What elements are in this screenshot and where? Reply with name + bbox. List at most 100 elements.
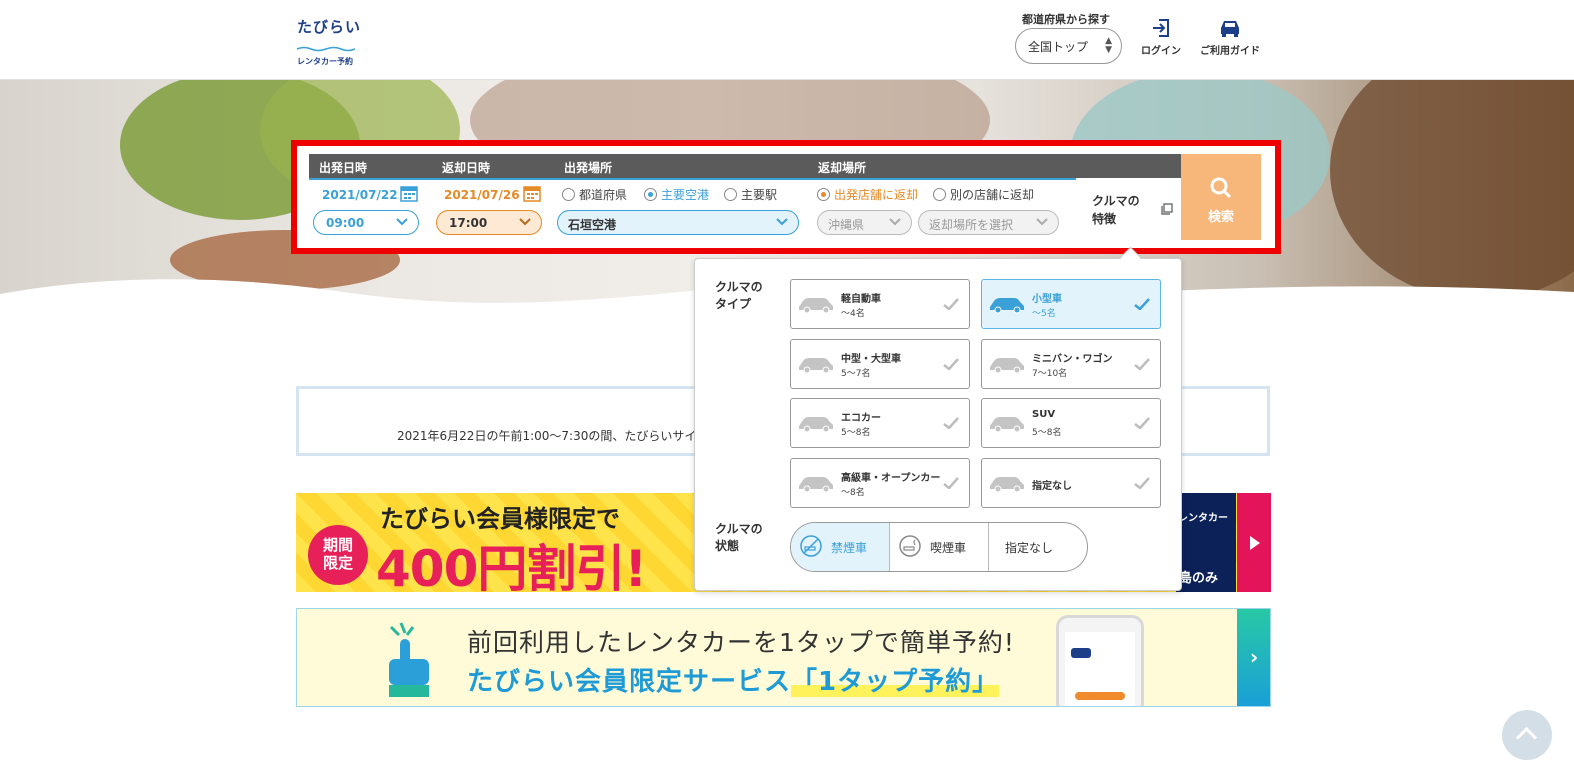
radio-label: 出発店舗に返却	[834, 188, 919, 202]
radio-airport[interactable]: 主要空港	[644, 186, 709, 203]
car-silhouette-icon	[990, 358, 1024, 374]
car-type-option[interactable]: ミニバン・ワゴン 7〜10名	[981, 339, 1161, 389]
car-type-name: 中型・大型車	[841, 354, 901, 365]
checkmark-icon	[1134, 417, 1150, 429]
car-type-option[interactable]: SUV 5〜8名	[981, 398, 1161, 448]
banner2-line2-highlight: 「1タップ予約」	[791, 667, 1000, 697]
car-type-option[interactable]: エコカー 5〜8名	[790, 398, 970, 448]
features-label-2: 特徴	[1092, 212, 1117, 226]
checkmark-icon	[1134, 298, 1150, 310]
car-silhouette-icon	[799, 358, 833, 374]
ret-date[interactable]: 2021/07/26	[444, 188, 520, 202]
banner1-island-text: 島のみ	[1179, 571, 1219, 586]
ret-pref-value: 沖縄県	[828, 218, 865, 232]
smoke-label: 喫煙車	[930, 541, 967, 555]
login-icon	[1153, 19, 1169, 37]
radio-label: 別の店舗に返却	[950, 188, 1035, 202]
car-type-option[interactable]: 小型車 〜5名	[981, 279, 1161, 329]
car-features-popup: クルマの タイプ クルマの 状態 軽自動車 〜4名 小型車 〜5名 中型・大型車 5〜7名…	[694, 258, 1182, 591]
car-type-option[interactable]: 中型・大型車 5〜7名	[790, 339, 970, 389]
radio-dot	[644, 188, 657, 201]
phone-mockup	[1056, 615, 1144, 706]
login-button[interactable]: ログイン	[1141, 18, 1181, 57]
banner2-line2-prefix: たびらい会員限定サービス	[467, 667, 792, 697]
one-tap-banner[interactable]: 前回利用したレンタカーを1タップで簡単予約! たびらい会員限定サービス「1タップ…	[296, 608, 1271, 707]
notice-text: 2021年6月22日の午前1:00〜7:30の間、たびらいサイト	[397, 429, 709, 443]
car-icon	[1221, 21, 1239, 37]
ret-pref-select[interactable]: 沖縄県	[817, 210, 912, 235]
car-type-name: SUV	[1032, 409, 1056, 420]
logo-wave-icon	[296, 46, 356, 52]
checkmark-icon	[1134, 477, 1150, 489]
logo[interactable]: たびらい レンタカー予約	[296, 16, 367, 66]
car-state-label-2: 状態	[715, 539, 740, 553]
banner2-line1: 前回利用したレンタカーを1タップで簡単予約!	[467, 628, 1015, 657]
radio-prefecture[interactable]: 都道府県	[562, 186, 627, 203]
radio-label: 都道府県	[579, 188, 628, 202]
chevron-down-icon	[519, 218, 531, 226]
login-label: ログイン	[1141, 46, 1181, 57]
car-type-capacity: 5〜8名	[841, 428, 871, 438]
ret-datetime-label: 返却日時	[432, 154, 554, 178]
chevron-down-icon	[396, 218, 408, 226]
features-toggle[interactable]: クルマの 特徴	[1092, 192, 1140, 228]
calendar-icon[interactable]	[400, 184, 418, 202]
car-silhouette-icon	[799, 298, 833, 314]
car-state-label: クルマの 状態	[715, 521, 763, 555]
car-type-label: クルマの タイプ	[715, 279, 763, 313]
radio-dot	[562, 188, 575, 201]
guide-label: ご利用ガイド	[1200, 46, 1260, 57]
smoke-label: 指定なし	[1005, 541, 1054, 555]
play-arrow-icon[interactable]	[1237, 493, 1271, 592]
banner2-line2: たびらい会員限定サービス「1タップ予約」	[467, 661, 1000, 698]
checkmark-icon	[943, 358, 959, 370]
smoke-unspecified-option[interactable]: 指定なし	[989, 523, 1087, 571]
banner1-discount: 400円割引!	[376, 540, 647, 592]
scroll-to-top-button[interactable]	[1502, 710, 1552, 760]
smoking-icon	[899, 535, 921, 557]
smoking-options: 禁煙車 喫煙車 指定なし	[790, 522, 1088, 572]
updown-arrow-icon: ▲ ▼	[1105, 36, 1112, 55]
pref-select[interactable]: 全国トップ ▲ ▼	[1015, 28, 1122, 64]
radio-return-same[interactable]: 出発店舗に返却	[817, 186, 918, 203]
radio-label: 主要駅	[741, 188, 778, 202]
banner1-rent-label: レンタカー	[1178, 513, 1228, 524]
checkmark-icon	[943, 417, 959, 429]
ret-place-select[interactable]: 返却場所を選択	[918, 210, 1059, 235]
features-header	[1076, 154, 1181, 178]
badge-text-1: 期間	[322, 536, 353, 554]
car-silhouette-icon	[990, 417, 1024, 433]
car-type-option[interactable]: 軽自動車 〜4名	[790, 279, 970, 329]
car-type-name: 指定なし	[1032, 481, 1072, 492]
dep-place-value: 石垣空港	[568, 218, 617, 232]
guide-button[interactable]: ご利用ガイド	[1200, 18, 1260, 57]
car-silhouette-icon	[799, 417, 833, 433]
checkmark-icon	[943, 298, 959, 310]
car-type-label-2: タイプ	[715, 297, 752, 311]
car-type-name: ミニバン・ワゴン	[1032, 354, 1113, 365]
smoking-option[interactable]: 喫煙車	[890, 523, 989, 571]
car-type-option[interactable]: 高級車・オープンカー 〜8名	[790, 458, 970, 508]
features-label-1: クルマの	[1092, 194, 1140, 208]
chevron-right-icon[interactable]	[1237, 609, 1270, 706]
dep-time-select[interactable]: 09:00	[313, 210, 419, 235]
ret-place-placeholder: 返却場所を選択	[929, 218, 1014, 232]
radio-dot	[817, 188, 830, 201]
ret-time-value: 17:00	[449, 216, 488, 230]
badge-text-2: 限定	[322, 554, 353, 572]
radio-station[interactable]: 主要駅	[724, 186, 777, 203]
dep-time-value: 09:00	[326, 216, 365, 230]
car-type-option[interactable]: 指定なし	[981, 458, 1161, 508]
chevron-down-icon	[1036, 218, 1048, 226]
car-type-capacity: 〜4名	[841, 309, 865, 319]
radio-return-other[interactable]: 別の店舗に返却	[933, 186, 1034, 203]
car-type-name: 小型車	[1032, 294, 1062, 305]
dep-date[interactable]: 2021/07/22	[322, 188, 398, 202]
dep-place-select[interactable]: 石垣空港	[557, 210, 799, 235]
calendar-icon[interactable]	[523, 184, 541, 202]
non-smoking-option[interactable]: 禁煙車	[791, 523, 890, 571]
car-silhouette-icon	[799, 477, 833, 493]
search-button[interactable]: 検索	[1181, 154, 1261, 240]
ret-time-select[interactable]: 17:00	[436, 210, 542, 235]
car-type-capacity: 5〜8名	[1032, 428, 1062, 438]
